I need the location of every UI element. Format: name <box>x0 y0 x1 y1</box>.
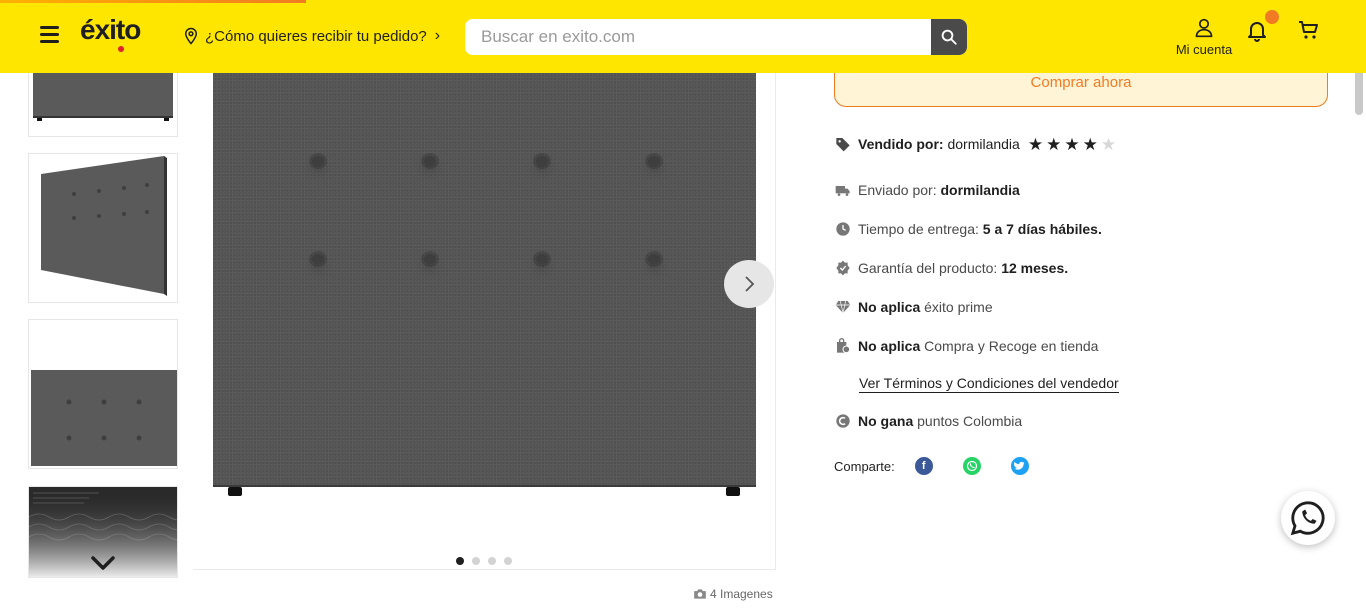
warranty-value: 12 meses. <box>1001 260 1069 276</box>
tuft <box>536 156 548 166</box>
account-label: Mi cuenta <box>1175 42 1233 57</box>
star-filled-icon: ★ <box>1082 134 1098 154</box>
thumbnail-3[interactable] <box>28 319 178 469</box>
location-pin-icon <box>184 27 198 45</box>
diamond-icon <box>834 298 852 316</box>
location-text: ¿Cómo quieres recibir tu pedido? <box>205 27 427 45</box>
share-row: Comparte: f <box>834 457 1029 475</box>
delivery-time-row: Tiempo de entrega: 5 a 7 días hábiles. <box>834 220 1102 238</box>
points-row: No gana puntos Colombia <box>834 412 1022 430</box>
pickup-row: No aplica Compra y Recoge en tienda <box>834 337 1098 355</box>
logo-text: éxito <box>80 14 141 45</box>
facebook-icon[interactable]: f <box>914 457 933 475</box>
thumbnail-image <box>41 156 167 296</box>
seller-terms-link[interactable]: Ver Términos y Condiciones del vendedor <box>859 375 1119 393</box>
product-page: éxito ¿Cómo quieres recibir tu pedido? ›… <box>0 0 1366 612</box>
chevron-right-icon: › <box>434 27 441 44</box>
search-bar <box>465 19 967 55</box>
points-status: No gana <box>858 413 914 429</box>
chevron-right-icon <box>745 276 755 292</box>
thumbnail-image <box>31 370 177 466</box>
sold-by-label: Vendido por: <box>858 136 944 152</box>
seller-rating: ★ ★ ★ ★ ★ <box>1028 136 1116 153</box>
sold-by-row: Vendido por: dormilandia ★ ★ ★ ★ ★ <box>834 135 1116 153</box>
tuft <box>312 254 324 264</box>
points-icon <box>834 412 852 430</box>
delivery-value: 5 a 7 días hábiles. <box>982 221 1102 237</box>
star-filled-icon: ★ <box>1046 134 1062 154</box>
delivery-location-selector[interactable]: ¿Cómo quieres recibir tu pedido? › <box>182 26 440 46</box>
user-icon <box>1195 18 1213 38</box>
tuft <box>424 254 436 264</box>
page-load-progress <box>0 0 306 3</box>
search-input[interactable] <box>465 19 931 55</box>
delivery-label: Tiempo de entrega: <box>858 221 979 237</box>
sold-by-value[interactable]: dormilandia <box>947 136 1019 152</box>
next-image-button[interactable] <box>724 260 774 308</box>
menu-icon[interactable] <box>40 26 59 44</box>
carousel-dots <box>456 557 512 565</box>
whatsapp-icon <box>1290 501 1325 536</box>
star-filled-icon: ★ <box>1027 134 1044 154</box>
twitter-icon[interactable] <box>1010 457 1029 475</box>
prime-status: No aplica <box>858 299 921 315</box>
pickup-status: No aplica <box>858 338 921 354</box>
cart-button[interactable] <box>1297 18 1321 42</box>
exito-logo[interactable]: éxito <box>80 14 141 52</box>
tuft <box>424 156 436 166</box>
badge-check-icon <box>834 259 852 277</box>
carousel-dot[interactable] <box>488 557 496 565</box>
prime-label: éxito prime <box>924 299 993 315</box>
notification-badge <box>1265 10 1279 24</box>
tuft <box>536 254 548 264</box>
top-header: éxito ¿Cómo quieres recibir tu pedido? ›… <box>0 0 1366 73</box>
headboard-foot <box>228 487 242 496</box>
headboard-foot <box>726 487 740 496</box>
store-pickup-icon <box>834 337 852 355</box>
warranty-label: Garantía del producto: <box>858 260 998 276</box>
whatsapp-chat-button[interactable] <box>1281 491 1335 545</box>
star-filled-icon: ★ <box>1064 134 1080 154</box>
search-button[interactable] <box>931 19 967 55</box>
carousel-dot[interactable] <box>472 557 480 565</box>
search-icon <box>941 29 957 45</box>
image-count-label: 4 Imagenes <box>710 587 773 601</box>
image-count: 4 Imagenes <box>693 587 773 601</box>
star-empty-icon: ★ <box>1100 134 1117 154</box>
tag-icon <box>834 135 852 153</box>
camera-icon <box>694 589 706 599</box>
tuft <box>648 156 660 166</box>
shipped-by-label: Enviado por: <box>858 182 937 198</box>
bell-icon <box>1248 22 1266 42</box>
main-product-image[interactable] <box>193 73 776 570</box>
prime-row: No aplica éxito prime <box>834 298 993 316</box>
warranty-row: Garantía del producto: 12 meses. <box>834 259 1068 277</box>
headboard-image <box>213 73 756 487</box>
points-label: puntos Colombia <box>917 413 1023 429</box>
logo-dot <box>118 46 124 52</box>
tuft <box>312 156 324 166</box>
carousel-dot[interactable] <box>504 557 512 565</box>
buy-now-label: Comprar ahora <box>1030 74 1132 91</box>
cart-icon <box>1299 21 1318 39</box>
my-account-button[interactable]: Mi cuenta <box>1166 18 1242 57</box>
tuft <box>648 254 660 264</box>
truck-icon <box>834 181 852 199</box>
notifications-button[interactable] <box>1245 10 1279 44</box>
clock-icon <box>834 220 852 238</box>
pickup-label: Compra y Recoge en tienda <box>924 338 1099 354</box>
shipped-by-value: dormilandia <box>940 182 1020 198</box>
share-label: Comparte: <box>834 458 895 474</box>
carousel-dot[interactable] <box>456 557 464 565</box>
whatsapp-icon[interactable] <box>962 457 981 475</box>
thumbnail-2[interactable] <box>28 153 178 303</box>
chevron-down-icon[interactable] <box>90 554 116 572</box>
shipped-by-row: Enviado por: dormilandia <box>834 181 1020 199</box>
